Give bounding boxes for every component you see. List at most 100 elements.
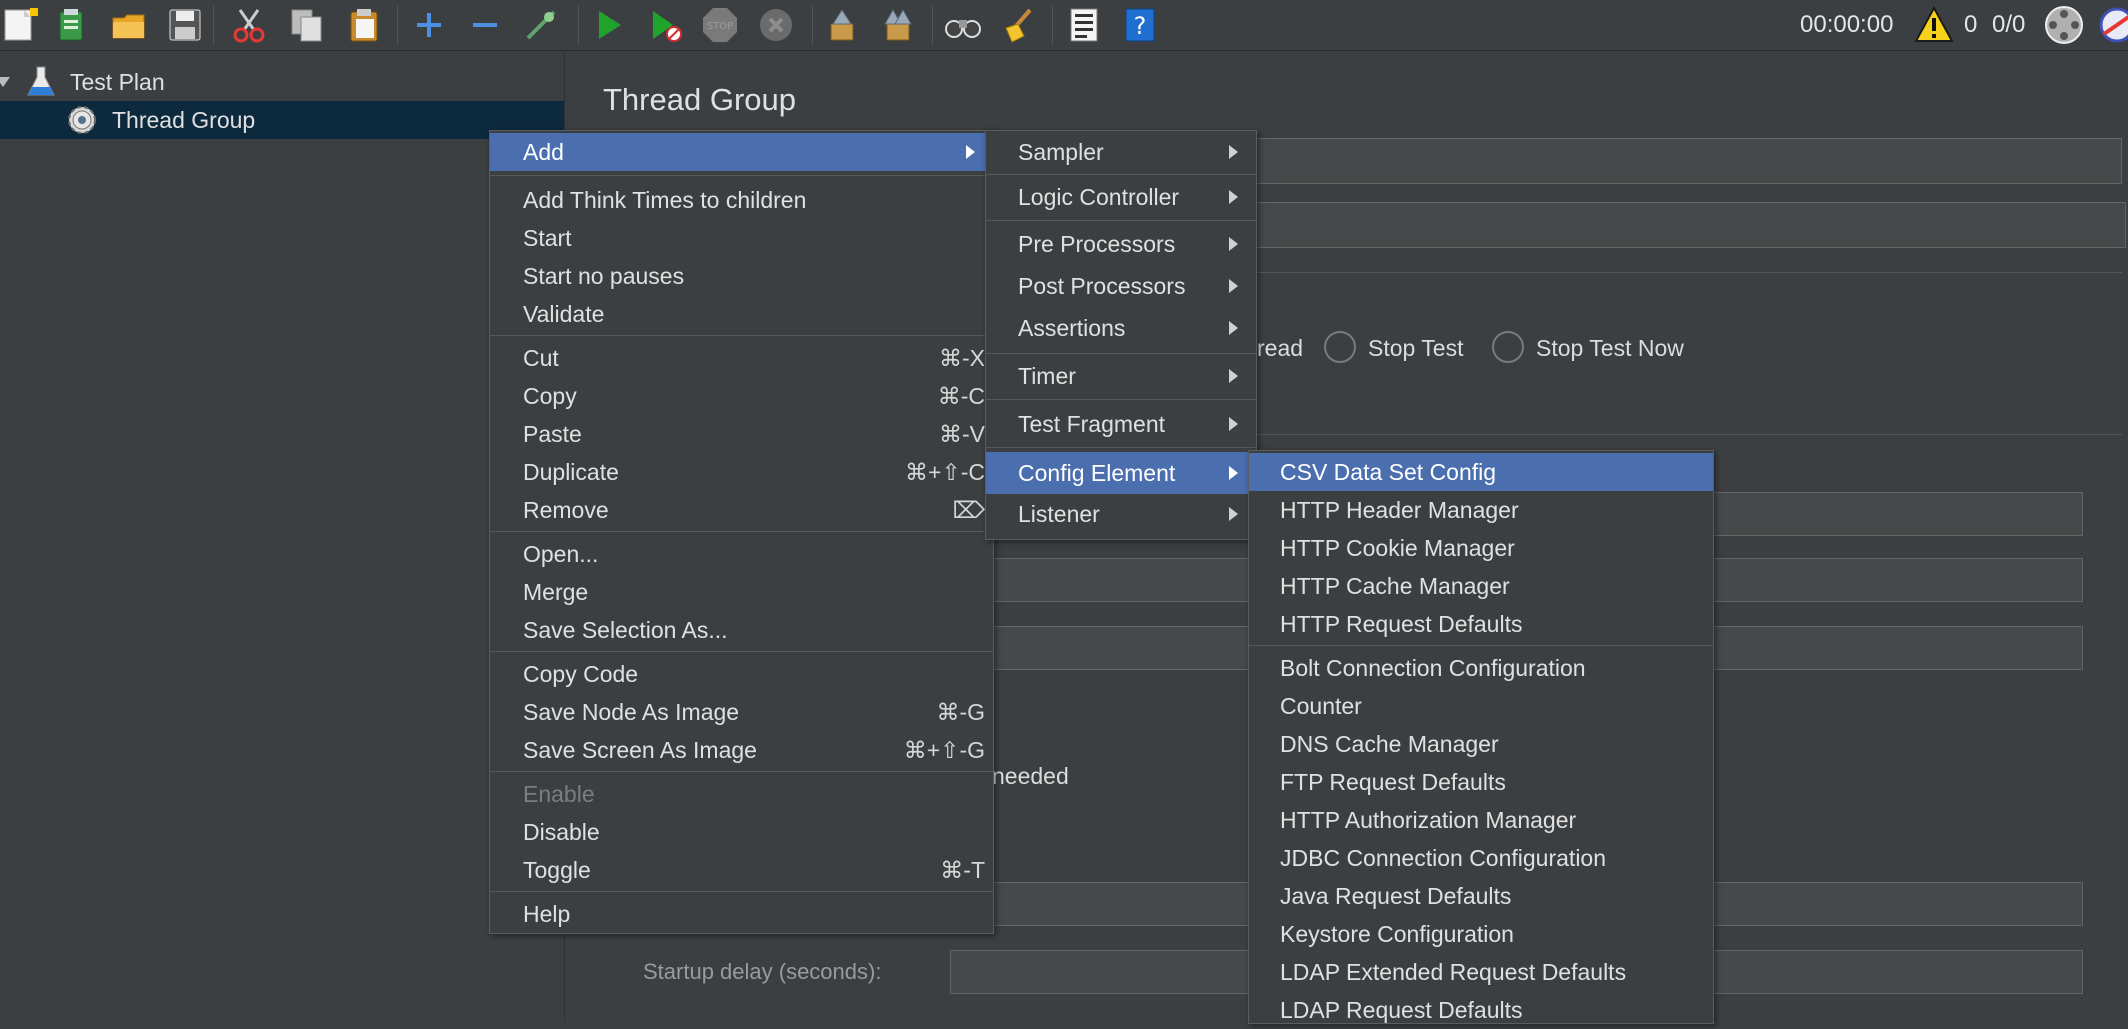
menu-item-label: Save Selection As... xyxy=(523,616,728,643)
menu-item-jdbc-connection-configuration[interactable]: JDBC Connection Configuration xyxy=(1249,839,1713,877)
menu-item-label: Bolt Connection Configuration xyxy=(1280,654,1586,681)
menu-item-copy[interactable]: Copy ⌘-C xyxy=(490,377,993,415)
shortcut-label: ⌘+⇧-G xyxy=(903,736,985,763)
menu-item-http-header-manager[interactable]: HTTP Header Manager xyxy=(1249,491,1713,529)
stop-test-now-radio[interactable] xyxy=(1492,331,1524,363)
menu-item-label: Enable xyxy=(523,780,595,807)
menu-item-add[interactable]: Add xyxy=(490,133,993,171)
start-icon[interactable] xyxy=(588,4,630,46)
menu-item-copy-code[interactable]: Copy Code xyxy=(490,655,993,693)
tree-item-test-plan[interactable]: Test Plan xyxy=(0,63,165,101)
save-icon[interactable] xyxy=(164,4,206,46)
menu-item-pre-processors[interactable]: Pre Processors xyxy=(986,225,1256,263)
shortcut-label: ⌘+⇧-C xyxy=(905,458,985,485)
menu-item-merge[interactable]: Merge xyxy=(490,573,993,611)
menu-item-config-element[interactable]: Config Element xyxy=(986,452,1256,494)
search-binoculars-icon[interactable] xyxy=(942,4,984,46)
templates-icon[interactable] xyxy=(50,4,92,46)
warning-icon[interactable] xyxy=(1914,6,1954,44)
menu-item-logic-controller[interactable]: Logic Controller xyxy=(986,178,1256,216)
menu-item-label: Toggle xyxy=(523,856,591,883)
menu-item-start-no-pauses[interactable]: Start no pauses xyxy=(490,257,993,295)
stop-test-radio[interactable] xyxy=(1324,331,1356,363)
menu-separator xyxy=(986,399,1256,400)
section-divider xyxy=(1254,272,2122,273)
clear-icon[interactable] xyxy=(821,4,863,46)
menu-item-open[interactable]: Open... xyxy=(490,535,993,573)
menu-item-label: Java Request Defaults xyxy=(1280,882,1512,909)
tree-expand-arrow-icon[interactable] xyxy=(0,77,10,87)
reset-search-icon[interactable] xyxy=(998,4,1040,46)
menu-item-cut[interactable]: Cut ⌘-X xyxy=(490,339,993,377)
toggle-icon[interactable] xyxy=(520,4,562,46)
comments-field[interactable] xyxy=(1254,202,2126,248)
menu-item-dns-cache-manager[interactable]: DNS Cache Manager xyxy=(1249,725,1713,763)
menu-item-assertions[interactable]: Assertions xyxy=(986,309,1256,347)
add-submenu: Sampler Logic Controller Pre Processors … xyxy=(985,130,1257,540)
menu-item-label: Help xyxy=(523,900,571,927)
copy-icon[interactable] xyxy=(286,4,328,46)
menu-item-label: Remove xyxy=(523,496,609,523)
menu-item-start[interactable]: Start xyxy=(490,219,993,257)
menu-item-ldap-extended-request-defaults[interactable]: LDAP Extended Request Defaults xyxy=(1249,953,1713,991)
clear-all-icon[interactable] xyxy=(877,4,919,46)
menu-item-label: Post Processors xyxy=(1018,272,1186,299)
help-icon[interactable]: ? xyxy=(1119,4,1161,46)
menu-item-help[interactable]: Help xyxy=(490,895,993,933)
menu-item-http-authorization-manager[interactable]: HTTP Authorization Manager xyxy=(1249,801,1713,839)
menu-item-sampler[interactable]: Sampler xyxy=(986,133,1256,171)
menu-separator xyxy=(1249,645,1713,646)
menu-item-keystore-configuration[interactable]: Keystore Configuration xyxy=(1249,915,1713,953)
menu-item-label: Merge xyxy=(523,578,589,605)
cut-icon[interactable] xyxy=(228,4,270,46)
menu-item-java-request-defaults[interactable]: Java Request Defaults xyxy=(1249,877,1713,915)
menu-item-http-cookie-manager[interactable]: HTTP Cookie Manager xyxy=(1249,529,1713,567)
menu-separator xyxy=(490,335,993,336)
menu-separator xyxy=(986,353,1256,354)
shortcut-label: ⌘-V xyxy=(939,420,985,447)
menu-item-disable[interactable]: Disable xyxy=(490,813,993,851)
menu-item-label: Paste xyxy=(523,420,582,447)
menu-item-counter[interactable]: Counter xyxy=(1249,687,1713,725)
menu-separator xyxy=(490,175,993,176)
menu-item-validate[interactable]: Validate xyxy=(490,295,993,333)
toolbar: STOP ? 00:00:00 0 0/0 xyxy=(0,0,2128,51)
name-field[interactable] xyxy=(1254,138,2122,184)
stop-test-now-label: Stop Test Now xyxy=(1536,335,1684,361)
menu-item-timer[interactable]: Timer xyxy=(986,357,1256,395)
delete-key-icon: ⌦ xyxy=(952,496,985,523)
log-viewer-icon[interactable] xyxy=(2096,4,2128,46)
open-folder-icon[interactable] xyxy=(108,4,150,46)
new-test-plan-icon[interactable] xyxy=(0,4,42,46)
function-helper-icon[interactable] xyxy=(1063,4,1105,46)
menu-item-duplicate[interactable]: Duplicate ⌘+⇧-C xyxy=(490,453,993,491)
paste-icon[interactable] xyxy=(343,4,385,46)
menu-item-save-screen-as-image[interactable]: Save Screen As Image ⌘+⇧-G xyxy=(490,731,993,769)
menu-item-bolt-connection-configuration[interactable]: Bolt Connection Configuration xyxy=(1249,649,1713,687)
expand-all-icon[interactable] xyxy=(408,4,450,46)
startup-delay-label: Startup delay (seconds): xyxy=(643,959,882,984)
menu-item-label: Save Screen As Image xyxy=(523,736,757,763)
menu-item-ldap-request-defaults[interactable]: LDAP Request Defaults xyxy=(1249,991,1713,1029)
menu-item-save-node-as-image[interactable]: Save Node As Image ⌘-G xyxy=(490,693,993,731)
menu-item-ftp-request-defaults[interactable]: FTP Request Defaults xyxy=(1249,763,1713,801)
menu-item-label: DNS Cache Manager xyxy=(1280,730,1499,757)
menu-item-http-cache-manager[interactable]: HTTP Cache Manager xyxy=(1249,567,1713,605)
menu-item-add-think-times[interactable]: Add Think Times to children xyxy=(490,181,993,219)
menu-item-listener[interactable]: Listener xyxy=(986,495,1256,533)
menu-item-csv-data-set-config[interactable]: CSV Data Set Config xyxy=(1249,453,1713,491)
menu-item-remove[interactable]: Remove ⌦ xyxy=(490,491,993,529)
menu-item-post-processors[interactable]: Post Processors xyxy=(986,267,1256,305)
menu-item-toggle[interactable]: Toggle ⌘-T xyxy=(490,851,993,889)
menu-item-paste[interactable]: Paste ⌘-V xyxy=(490,415,993,453)
submenu-arrow-icon xyxy=(1229,190,1238,204)
tree-item-thread-group[interactable]: Thread Group xyxy=(0,101,564,139)
collapse-all-icon[interactable] xyxy=(464,4,506,46)
menu-item-http-request-defaults[interactable]: HTTP Request Defaults xyxy=(1249,605,1713,643)
start-no-pauses-icon[interactable] xyxy=(644,4,686,46)
menu-item-test-fragment[interactable]: Test Fragment xyxy=(986,405,1256,443)
menu-item-label: HTTP Cache Manager xyxy=(1280,572,1510,599)
shutdown-icon[interactable] xyxy=(755,4,797,46)
stop-icon[interactable]: STOP xyxy=(699,4,741,46)
menu-item-save-selection-as[interactable]: Save Selection As... xyxy=(490,611,993,649)
